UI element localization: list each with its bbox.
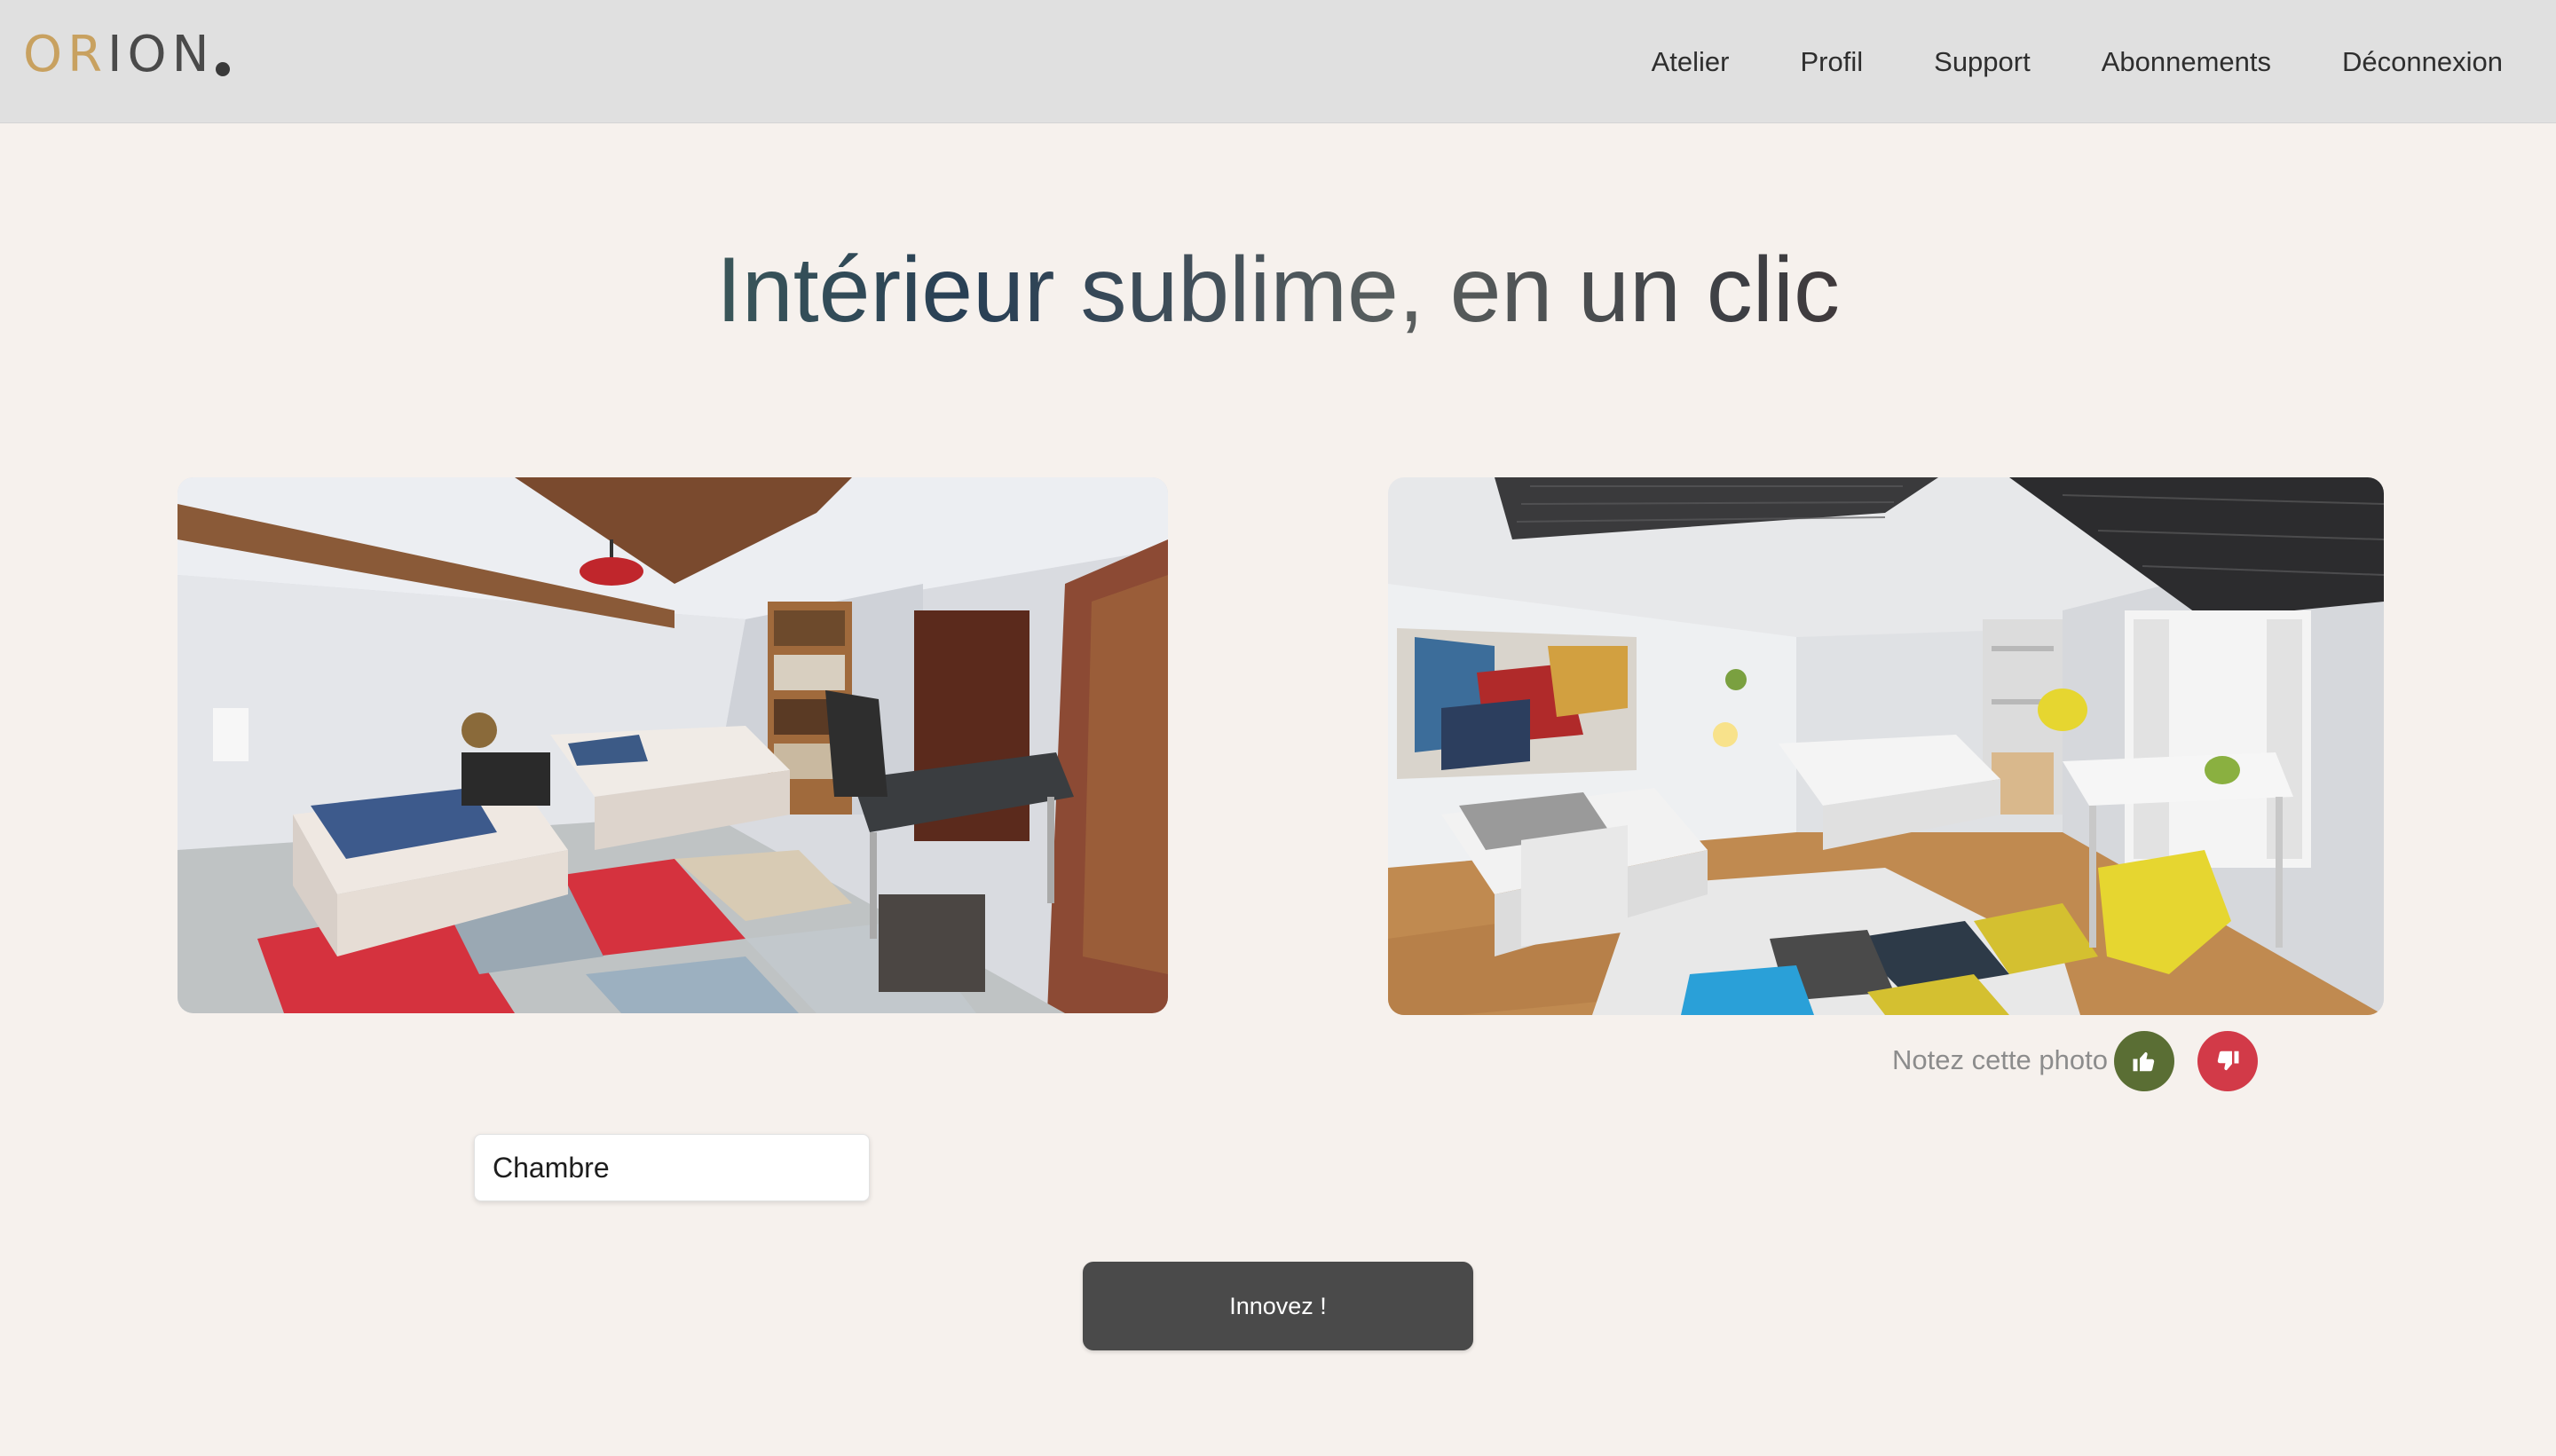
innovate-button[interactable]: Innovez ! — [1083, 1262, 1473, 1350]
logo-text-gold: OR — [23, 26, 107, 83]
thumbs-up-button[interactable] — [2114, 1031, 2174, 1091]
thumbs-down-button[interactable] — [2197, 1031, 2258, 1091]
nav-link-support[interactable]: Support — [1934, 46, 2031, 78]
nav-link-atelier[interactable]: Atelier — [1652, 46, 1730, 78]
logo-text-dark: ION — [107, 26, 215, 83]
nav-link-profil[interactable]: Profil — [1801, 46, 1864, 78]
room-type-input[interactable] — [474, 1134, 870, 1201]
rating-label: Notez cette photo — [1892, 1044, 2108, 1075]
thumbs-down-icon — [2217, 1051, 2239, 1071]
main-nav: Atelier Profil Support Abonnements Décon… — [1652, 35, 2503, 89]
orion-logo[interactable]: OR ION — [23, 26, 231, 83]
logo-dot-icon — [216, 62, 231, 76]
thumbs-up-icon — [2133, 1051, 2155, 1072]
page-title: Intérieur sublime, en un clic — [0, 232, 2556, 348]
nav-link-deconnexion[interactable]: Déconnexion — [2342, 46, 2503, 78]
top-navbar: OR ION Atelier Profil Support Abonnements… — [0, 0, 2556, 123]
nav-link-abonnements[interactable]: Abonnements — [2102, 46, 2271, 78]
generated-room-photo — [1388, 477, 2384, 1015]
original-room-photo — [178, 477, 1168, 1013]
